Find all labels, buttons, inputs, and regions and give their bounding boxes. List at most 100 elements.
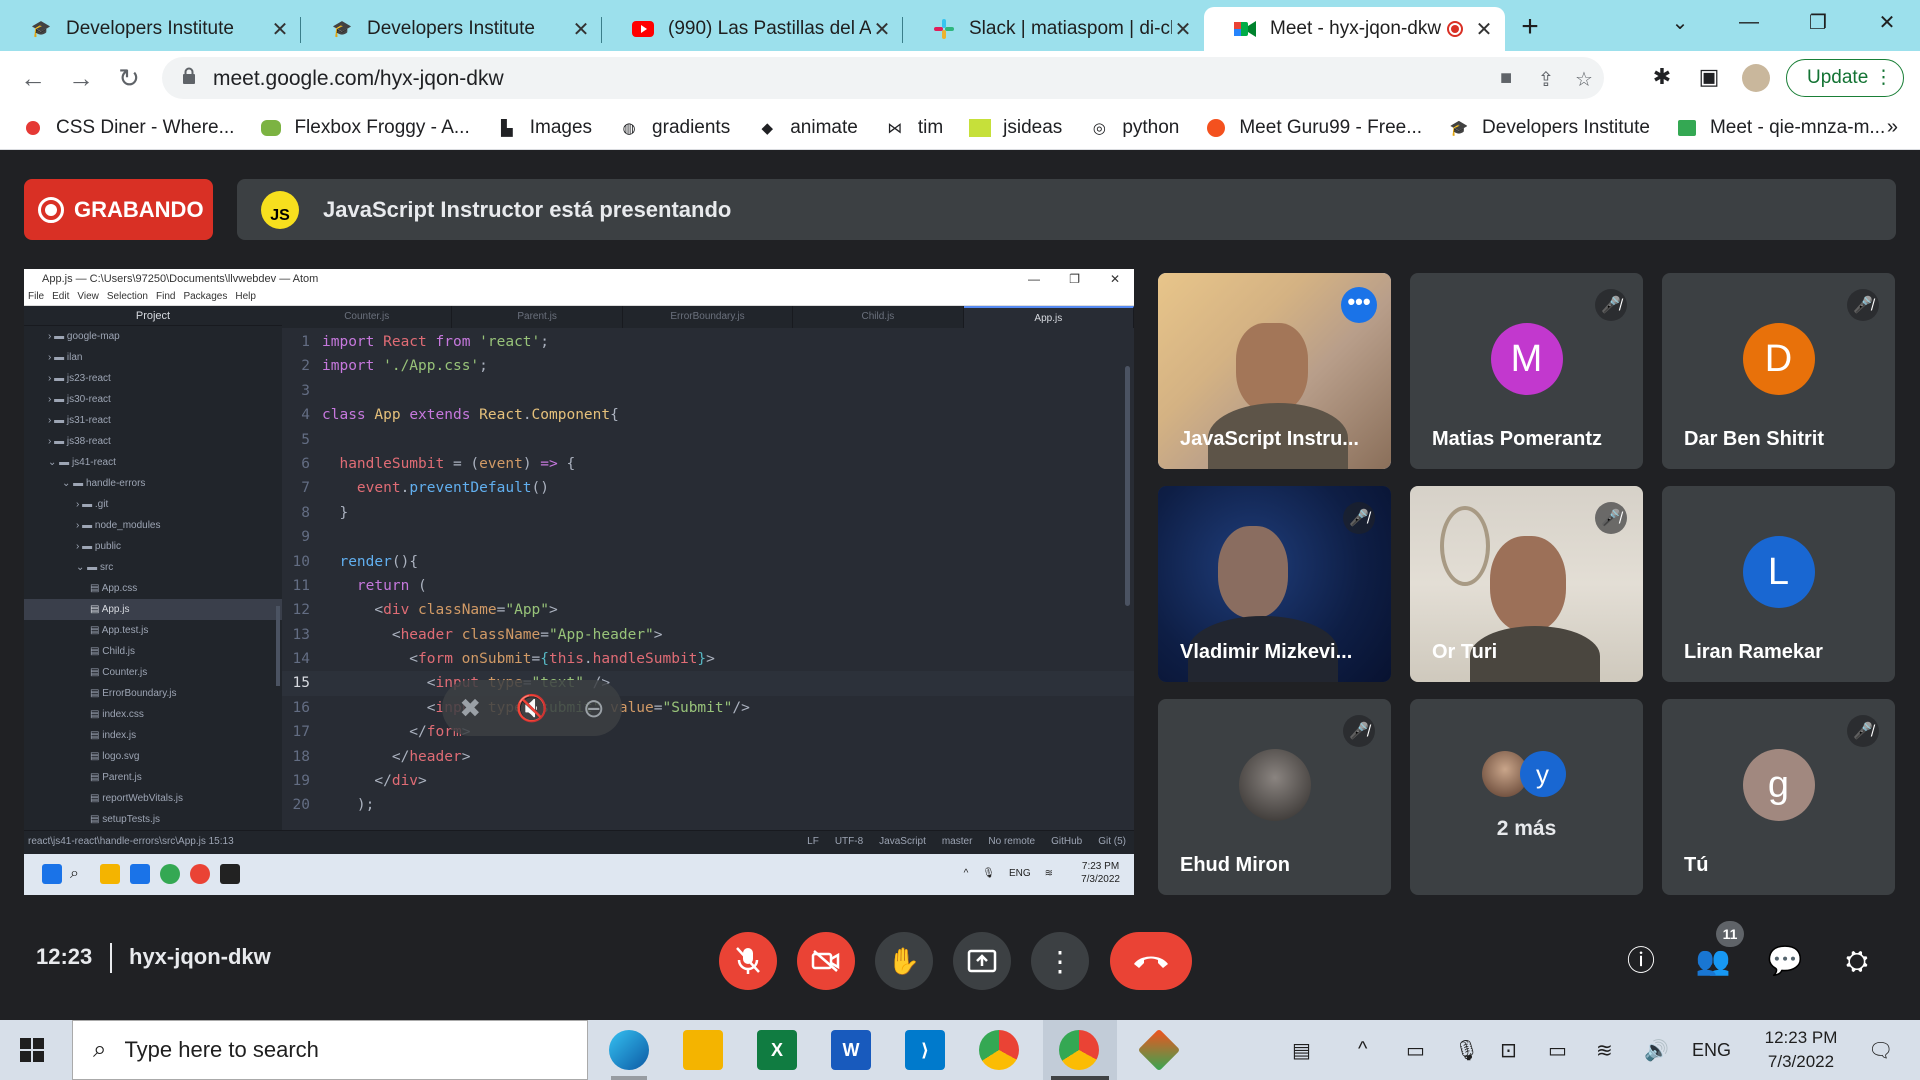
code-token: { — [540, 651, 549, 668]
leave-call-button[interactable] — [1110, 932, 1192, 990]
close-window-button[interactable]: ✕ — [1852, 0, 1920, 44]
mic-toggle-button[interactable] — [719, 932, 777, 990]
bookmark-item[interactable]: CSS Diner - Where... — [22, 117, 234, 139]
bookmark-item[interactable]: Meet - qie-mnza-m... — [1676, 117, 1885, 139]
close-icon[interactable]: ✕ — [871, 17, 893, 42]
browser-tab[interactable]: Slack | matiaspom | di-cla ✕ — [903, 7, 1204, 51]
participant-tile[interactable]: 🎤̸ Ehud Miron — [1158, 699, 1391, 895]
chat-icon[interactable]: 💬 — [1765, 941, 1805, 981]
back-icon[interactable]: ← — [17, 63, 49, 95]
word-icon[interactable]: W — [831, 1030, 871, 1070]
browser-tab[interactable]: 🎓 Developers Institute ✕ — [0, 7, 301, 51]
mic-off-icon: 🎤̸ — [1343, 502, 1375, 534]
extensions-icon[interactable]: ✱ — [1647, 64, 1677, 94]
bookmark-label: jsideas — [1003, 116, 1063, 138]
close-icon[interactable]: ✕ — [269, 17, 291, 42]
forward-icon[interactable]: → — [65, 63, 97, 95]
participant-tile[interactable]: ••• JavaScript Instru... — [1158, 273, 1391, 469]
more-options-icon[interactable]: ••• — [1341, 287, 1377, 323]
bookmark-item[interactable]: ◆ animate — [756, 117, 857, 139]
language-indicator[interactable]: ENG — [1692, 1040, 1731, 1061]
git-kraken-icon[interactable] — [1137, 1028, 1181, 1072]
participant-tile[interactable]: L Liran Ramekar — [1662, 486, 1895, 682]
browser-tab-active[interactable]: Meet - hyx-jqon-dkw ✕ — [1204, 7, 1505, 51]
shared-tray: ^ 🎙 ENG ≋ 7:23 PM 7/3/2022 — [950, 860, 1120, 886]
minimize-button[interactable]: — — [1714, 0, 1784, 44]
bookmark-item[interactable]: ◍ gradients — [618, 117, 731, 139]
battery-icon[interactable]: ▭ — [1548, 1038, 1567, 1063]
more-participants-tile[interactable]: y 2 más — [1410, 699, 1643, 895]
restore-button[interactable]: ❐ — [1783, 0, 1853, 44]
share-icon[interactable]: ⇪ — [1534, 67, 1558, 91]
vscode-icon[interactable]: ⟩ — [905, 1030, 945, 1070]
side-panel-icon[interactable]: ▣ — [1694, 64, 1724, 94]
bookmark-item[interactable]: Meet Guru99 - Free... — [1205, 117, 1422, 139]
mic-icon[interactable]: 🎙 — [1454, 1038, 1479, 1063]
participant-tile[interactable]: 🎤̸ D Dar Ben Shitrit — [1662, 273, 1895, 469]
bookmark-item[interactable]: ▙ Images — [496, 117, 592, 139]
bookmark-item[interactable]: 🎓 Developers Institute — [1448, 117, 1650, 139]
chevron-right-icon[interactable]: » — [1887, 116, 1898, 139]
shared-screen[interactable]: App.js — C:\Users\97250\Documents\llvweb… — [24, 269, 1134, 895]
tab-title: Developers Institute — [66, 18, 234, 39]
camera-toggle-button[interactable] — [797, 932, 855, 990]
more-options-button[interactable]: ⋮ — [1031, 932, 1089, 990]
close-icon[interactable]: ✕ — [1172, 17, 1194, 42]
tab-search-icon[interactable]: ⌄ — [1645, 0, 1715, 44]
folder-icon: › ▬ — [48, 373, 67, 384]
folder-icon: › ▬ — [48, 415, 67, 426]
mic-off-icon: 🎤̸ — [1595, 502, 1627, 534]
close-icon[interactable]: ✕ — [1473, 17, 1495, 42]
line-number: 4 — [301, 407, 310, 424]
self-tile[interactable]: 🎤̸ g Tú — [1662, 699, 1895, 895]
camera-blocked-icon[interactable]: ■ — [1494, 67, 1518, 91]
close-icon[interactable]: ✕ — [570, 17, 592, 42]
tree-scrollbar — [276, 606, 280, 686]
chevron-up-icon[interactable]: ^ — [1358, 1038, 1367, 1061]
excel-icon[interactable]: X — [757, 1030, 797, 1070]
raise-hand-button[interactable]: ✋ — [875, 932, 933, 990]
activities-icon[interactable]: ⛭ — [1837, 941, 1877, 981]
taskbar-search-box[interactable]: ⌕ Type here to search — [72, 1020, 588, 1080]
file-explorer-icon[interactable] — [683, 1030, 723, 1070]
wifi-icon[interactable]: ≋ — [1596, 1038, 1613, 1063]
status-item: UTF-8 — [834, 836, 864, 847]
meet-stage: GRABANDO JS JavaScript Instructor está p… — [0, 151, 1920, 1020]
bookmark-item[interactable]: ⋈ tim — [884, 117, 943, 139]
news-widget-icon[interactable]: ▤ — [1292, 1038, 1311, 1063]
people-icon[interactable]: 👥 — [1693, 941, 1733, 981]
participant-tile[interactable]: 🎤̸ Or Turi — [1410, 486, 1643, 682]
browser-tab[interactable]: (990) Las Pastillas del Abu ✕ — [602, 7, 903, 51]
edge-icon[interactable] — [609, 1030, 649, 1070]
star-icon[interactable]: ☆ — [1572, 67, 1596, 91]
info-icon[interactable]: ⓘ — [1621, 941, 1661, 981]
omnibox[interactable]: meet.google.com/hyx-jqon-dkw ■ ⇪ ☆ — [162, 57, 1604, 99]
notepad-icon — [130, 864, 150, 884]
notifications-icon[interactable]: 🗨 — [1868, 1038, 1893, 1063]
update-button[interactable]: Update ⋮ — [1786, 59, 1904, 97]
new-tab-button[interactable]: + — [1505, 7, 1555, 51]
system-clock[interactable]: 12:23 PM 7/3/2022 — [1746, 1026, 1856, 1074]
bookmark-item[interactable]: Flexbox Froggy - A... — [260, 117, 470, 139]
profile-avatar[interactable] — [1742, 64, 1772, 94]
windows-start-icon[interactable] — [20, 1038, 44, 1062]
code-line: 17 </form> — [282, 720, 1134, 744]
volume-icon[interactable]: 🔊 — [1644, 1038, 1669, 1063]
bookmark-item[interactable]: jsideas — [969, 117, 1062, 139]
reload-icon[interactable]: ↻ — [113, 63, 145, 95]
chrome-profile-icon[interactable] — [1059, 1030, 1099, 1070]
present-button[interactable] — [953, 932, 1011, 990]
tree-item: ▤ index.css — [24, 704, 282, 725]
line-number: 18 — [292, 748, 310, 765]
code-token: header — [400, 626, 453, 643]
participant-tile[interactable]: 🎤̸ Vladimir Mizkevi... — [1158, 486, 1391, 682]
browser-tab[interactable]: 🎓 Developers Institute ✕ — [301, 7, 602, 51]
line-number: 6 — [301, 455, 310, 472]
bookmark-item[interactable]: ◎ python — [1088, 117, 1180, 139]
participant-tile[interactable]: 🎤̸ M Matias Pomerantz — [1410, 273, 1643, 469]
meet-now-icon[interactable]: ▭ — [1406, 1038, 1425, 1063]
chrome-icon[interactable] — [979, 1030, 1019, 1070]
tree-item-label: google-map — [66, 331, 120, 342]
tree-item-label: public — [94, 541, 122, 552]
network-icon[interactable]: ⊡ — [1500, 1038, 1517, 1063]
